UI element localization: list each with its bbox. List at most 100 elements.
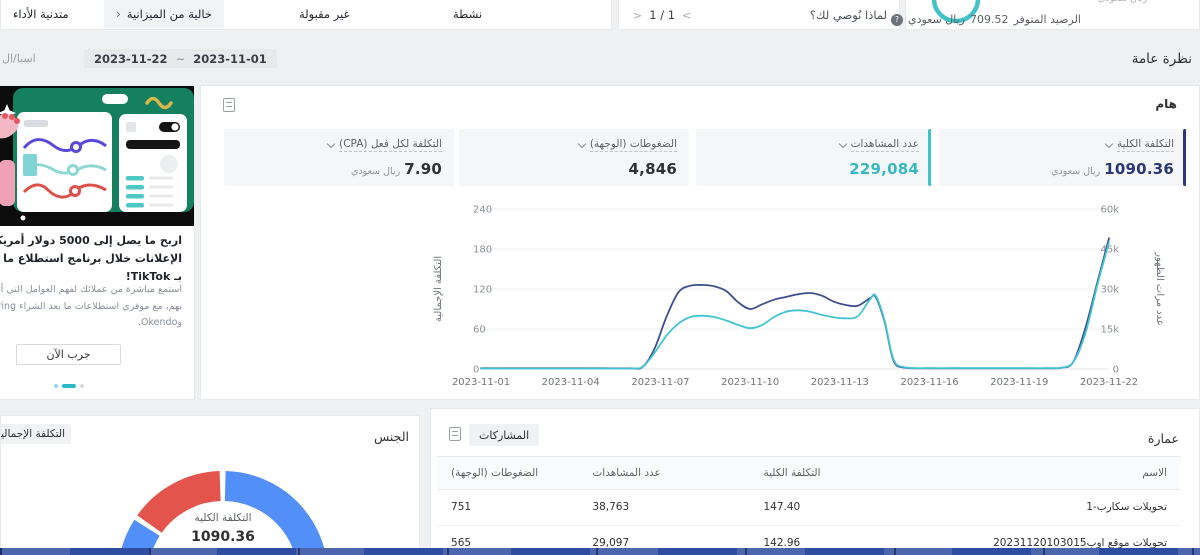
- cell-name: تحويلات سكارب-1: [928, 490, 1181, 525]
- gender-panel: الجنس التكلفة الإجمالية التكلفة الكلية 10…: [0, 415, 420, 555]
- end-date: 2023-11-22: [94, 52, 168, 66]
- svg-text:0: 0: [473, 365, 479, 376]
- filter-rejected[interactable]: غير مقبولة: [299, 0, 350, 28]
- pager-count: 1 / 1: [649, 8, 675, 22]
- cell-value: 38,763: [578, 490, 749, 525]
- carousel-dot-active[interactable]: [62, 384, 76, 388]
- left-axis-label: التكلفة الإجمالية: [433, 256, 444, 322]
- date-separator: ~: [176, 52, 186, 66]
- cost-donut-chart: التكلفة الكلية1090.36ريال سعودي: [121, 471, 351, 555]
- filter-label: غير مقبولة: [299, 7, 350, 21]
- importance-tag: هام: [1155, 97, 1177, 111]
- metric-card-destination-clicks[interactable]: الضغوطات (الوجهة) 4,846: [459, 129, 689, 186]
- available-balance: الرصيد المتوفر 709.52 ريال سعودي ?: [891, 13, 1081, 26]
- metric-dropdown[interactable]: التكلفة الإجمالية: [0, 424, 71, 444]
- table-header-cell: الضغوطات (الوجهة): [437, 457, 578, 489]
- promo-headline: اربح ما يصل إلى 5000 دولار أمريكي من أرص…: [0, 232, 182, 286]
- svg-text:180: 180: [473, 245, 492, 256]
- page-title: نظرة عامة: [1132, 51, 1192, 67]
- table-header-cell: عدد المشاهدات: [578, 457, 749, 489]
- metric-label: عدد المشاهدات: [851, 138, 919, 152]
- why-recommend-link[interactable]: لماذا نُوصي لك؟: [810, 8, 887, 22]
- engagement-title: عمارة: [1148, 431, 1179, 446]
- cell-value: 751: [437, 490, 578, 525]
- pager-next-icon[interactable]: >: [633, 9, 642, 22]
- clipped-period-toggle[interactable]: اسبا/ال: [2, 52, 36, 65]
- series-line: [481, 238, 1109, 368]
- svg-text:2023-11-10: 2023-11-10: [721, 377, 779, 388]
- promo-illustration: [0, 86, 194, 226]
- pagination: > 1 / 1 <: [633, 0, 691, 30]
- series-line: [481, 242, 1109, 368]
- chevron-down-icon: [838, 139, 846, 147]
- metric-value: 229,084: [849, 160, 919, 178]
- clipped-text-fragment: ريال سعودي: [1098, 0, 1147, 4]
- metric-unit: ريال سعودي: [1051, 166, 1100, 177]
- filter-label: خالية من الميزانية: [127, 7, 212, 21]
- status-filter-bar: نشطة غير مقبولة خالية من الميزانية ‹ متد…: [0, 0, 612, 30]
- posts-button[interactable]: المشاركات: [469, 424, 539, 446]
- svg-text:2023-11-13: 2023-11-13: [811, 377, 869, 388]
- campaigns-table: الاسمالتكلفة الكليةعدد المشاهداتالضغوطات…: [437, 456, 1181, 555]
- svg-text:120: 120: [473, 285, 492, 296]
- metric-label: التكلفة الكلية: [1117, 138, 1174, 152]
- chevron-left-icon: ‹: [116, 7, 121, 21]
- export-report-icon[interactable]: [449, 427, 461, 441]
- metric-label: الضغوطات (الوجهة): [590, 138, 677, 152]
- balance-card: ريال سعودي الرصيد المتوفر 709.52 ريال سع…: [905, 0, 1200, 30]
- filter-active[interactable]: نشطة: [453, 0, 482, 28]
- try-now-button[interactable]: جرب الآن: [16, 344, 121, 365]
- donut-center-label: التكلفة الكلية: [194, 512, 251, 524]
- filter-label: متدنية الأداء: [13, 7, 69, 21]
- carousel-dots: [21, 384, 116, 388]
- export-report-icon[interactable]: [223, 98, 235, 112]
- filter-low-performance[interactable]: متدنية الأداء: [13, 0, 69, 28]
- svg-text:2023-11-19: 2023-11-19: [990, 377, 1048, 388]
- selected-accent-bar: [928, 129, 931, 186]
- svg-text:30k: 30k: [1100, 285, 1119, 296]
- balance-label: الرصيد المتوفر: [1013, 13, 1081, 26]
- carousel-dot[interactable]: [80, 384, 84, 388]
- metric-value: 7.90: [404, 160, 442, 178]
- balance-amount: 709.52: [970, 13, 1009, 26]
- selected-accent-bar: [1183, 129, 1186, 186]
- promo-card: اربح ما يصل إلى 5000 دولار أمريكي من أرص…: [0, 85, 195, 400]
- chevron-down-icon: [578, 139, 586, 147]
- donut-center-value: 1090.36: [191, 529, 255, 545]
- balance-currency: ريال سعودي: [908, 13, 965, 26]
- metric-value: 1090.36: [1104, 160, 1174, 178]
- info-icon[interactable]: ?: [891, 14, 903, 26]
- svg-text:60k: 60k: [1100, 205, 1119, 216]
- table-row[interactable]: تحويلات سكارب-1147.4038,763751: [437, 490, 1181, 526]
- svg-text:2023-11-04: 2023-11-04: [542, 377, 600, 388]
- svg-text:0: 0: [1113, 365, 1119, 376]
- svg-text:2023-11-16: 2023-11-16: [901, 377, 959, 388]
- svg-text:2023-11-07: 2023-11-07: [631, 377, 689, 388]
- metric-card-total-cost[interactable]: التكلفة الكلية 1090.36 ريال سعودي: [939, 129, 1186, 186]
- trend-line-chart: 006015k12030k18045k24060k2023-11-012023-…: [431, 196, 1171, 396]
- gender-title: الجنس: [374, 429, 409, 444]
- metric-unit: ريال سعودي: [351, 166, 400, 177]
- carousel-dot[interactable]: [54, 384, 58, 388]
- metric-label: التكلفة لكل فعل (CPA): [339, 138, 442, 152]
- ads-manager-dashboard: نشطة غير مقبولة خالية من الميزانية ‹ متد…: [0, 0, 1200, 555]
- svg-text:2023-11-01: 2023-11-01: [452, 377, 510, 388]
- overview-panel: هام التكلفة الكلية 1090.36 ريال سعودي عدد…: [200, 85, 1200, 400]
- metric-card-cpa[interactable]: التكلفة لكل فعل (CPA) 7.90 ريال سعودي: [224, 129, 454, 186]
- filter-label: نشطة: [453, 7, 482, 21]
- metric-value: 4,846: [629, 160, 677, 178]
- recommendation-card: > 1 / 1 < لماذا نُوصي لك؟: [618, 0, 900, 30]
- date-range-picker[interactable]: 2023-11-22 ~ 2023-11-01: [84, 49, 277, 68]
- metric-card-video-views[interactable]: عدد المشاهدات 229,084: [696, 129, 931, 186]
- pager-prev-icon[interactable]: <: [682, 9, 691, 22]
- svg-text:60: 60: [473, 325, 486, 336]
- svg-text:45k: 45k: [1100, 245, 1119, 256]
- filter-out-of-budget[interactable]: خالية من الميزانية ‹: [104, 0, 224, 28]
- right-axis-label: عدد مرات الظهور: [1154, 251, 1165, 326]
- svg-text:15k: 15k: [1100, 325, 1119, 336]
- table-header-cell: التكلفة الكلية: [750, 457, 929, 489]
- chevron-down-icon: [327, 139, 335, 147]
- table-header-row: الاسمالتكلفة الكليةعدد المشاهداتالضغوطات…: [437, 456, 1181, 490]
- promo-body: استمع مباشرة من عملائك لفهم العوامل التي…: [0, 282, 182, 332]
- svg-text:2023-11-22: 2023-11-22: [1080, 377, 1138, 388]
